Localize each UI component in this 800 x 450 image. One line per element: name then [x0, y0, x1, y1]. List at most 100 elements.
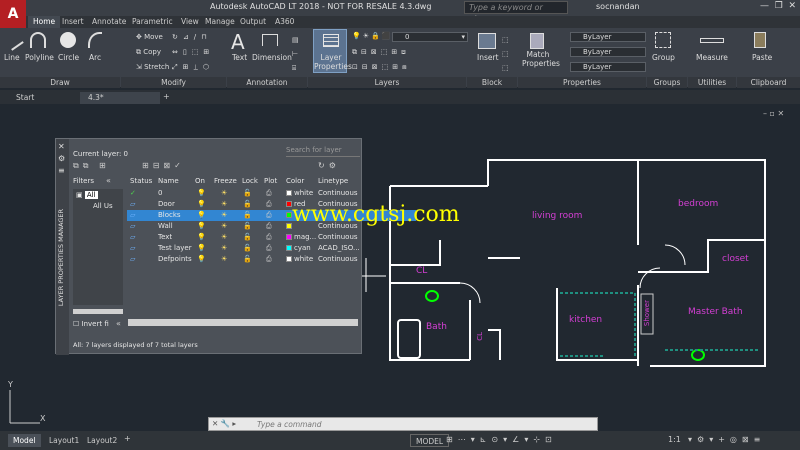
wall-cl2 — [488, 329, 501, 360]
drafting-tools[interactable]: ⊞⋯▾⊾⊙▾∠▾⊹⊡ — [446, 435, 557, 444]
col-lock[interactable]: Lock — [242, 177, 258, 185]
workspace-tools[interactable]: ▾⚙▾+◎⊠≡ — [688, 435, 765, 444]
layer-color[interactable]: mag... — [286, 233, 316, 241]
lightbulb-icon[interactable]: 💡 — [197, 211, 206, 219]
ucs-y-label: Y — [8, 380, 13, 389]
col-freeze[interactable]: Freeze — [214, 177, 237, 185]
sun-icon[interactable]: ☀ — [221, 211, 227, 219]
layer-tool-icons[interactable]: ⊞⊟⊠✓ — [142, 161, 185, 170]
layer-list-scrollbar[interactable] — [128, 319, 358, 326]
lightbulb-icon[interactable]: 💡 — [197, 222, 206, 230]
lightbulb-icon[interactable]: 💡 — [197, 189, 206, 197]
lightbulb-icon[interactable]: 💡 — [197, 244, 206, 252]
printer-icon[interactable]: ⎙ — [266, 233, 272, 242]
layer-count-status: All: 7 layers displayed of 7 total layer… — [73, 341, 198, 349]
layer-name: Test layer — [158, 244, 192, 252]
lightbulb-icon[interactable]: 💡 — [197, 233, 206, 241]
layer-icon: ▱ — [130, 222, 136, 230]
layer-row[interactable]: ✓ 0 💡 ☀ 🔓 ⎙ white Continuous — [127, 188, 416, 199]
col-plot[interactable]: Plot — [264, 177, 277, 185]
sun-icon[interactable]: ☀ — [221, 200, 227, 208]
printer-icon[interactable]: ⎙ — [266, 222, 272, 231]
color-swatch — [286, 234, 292, 240]
layer-color[interactable]: white — [286, 189, 313, 197]
layer-linetype[interactable]: Continuous — [318, 233, 358, 241]
filter-scrollbar[interactable] — [73, 309, 123, 314]
sun-icon[interactable]: ☀ — [221, 189, 227, 197]
tab-model[interactable]: Model — [8, 434, 41, 447]
col-name[interactable]: Name — [158, 177, 179, 185]
printer-icon[interactable]: ⎙ — [266, 200, 272, 209]
annotation-scale[interactable]: 1:1 — [668, 435, 681, 444]
filter-all[interactable]: ▣ All — [76, 191, 98, 199]
lock-icon[interactable]: 🔓 — [243, 244, 252, 252]
model-space-toggle[interactable]: MODEL — [410, 434, 450, 447]
col-color[interactable]: Color — [286, 177, 304, 185]
tab-layout2[interactable]: Layout2 — [82, 434, 122, 447]
filter-tree[interactable]: ▣ All All Us — [73, 189, 123, 305]
layer-icon: ▱ — [130, 200, 136, 208]
command-line[interactable]: ✕ 🔧 ▸ Type a command — [208, 417, 598, 431]
room-label-cl-2: CL — [476, 332, 484, 341]
layer-row[interactable]: ▱ Test layer 💡 ☀ 🔓 ⎙ cyan ACAD_ISO... — [127, 243, 416, 254]
filter-tool-icons[interactable]: ⧉⧉ ⊞ — [73, 161, 110, 171]
lightbulb-icon[interactable]: 💡 — [197, 200, 206, 208]
room-label-bedroom: bedroom — [678, 199, 719, 209]
layer-linetype[interactable]: Continuous — [318, 255, 358, 263]
invert-filter-checkbox[interactable]: ☐ Invert fi — [73, 320, 109, 328]
col-status[interactable]: Status — [130, 177, 152, 185]
lock-icon[interactable]: 🔓 — [243, 233, 252, 241]
add-layout-button[interactable]: + — [124, 434, 131, 443]
sun-icon[interactable]: ☀ — [221, 255, 227, 263]
color-name: mag... — [294, 233, 317, 241]
layer-properties-manager[interactable]: ✕ ⚙ ≡ LAYER PROPERTIES MANAGER Current lay… — [55, 138, 416, 355]
filter-all-used[interactable]: All Us — [93, 202, 113, 210]
lock-icon[interactable]: 🔓 — [243, 189, 252, 197]
palette-sidebar[interactable]: ✕ ⚙ ≡ LAYER PROPERTIES MANAGER — [56, 139, 69, 355]
color-swatch — [286, 245, 292, 251]
invert-filter-label: Invert fi — [81, 320, 109, 328]
lock-icon[interactable]: 🔓 — [243, 255, 252, 263]
refresh-settings-icons[interactable]: ↻⚙ — [318, 161, 340, 170]
layer-name: Wall — [158, 222, 173, 230]
lock-icon[interactable]: 🔓 — [243, 222, 252, 230]
printer-icon[interactable]: ⎙ — [266, 244, 272, 253]
layer-icon: ▱ — [130, 244, 136, 252]
room-label-cl: CL — [416, 266, 428, 276]
sun-icon[interactable]: ☀ — [221, 244, 227, 252]
palette-sidebar-icons[interactable]: ✕ ⚙ ≡ — [58, 141, 65, 177]
sun-icon[interactable]: ☀ — [221, 233, 227, 241]
lock-icon[interactable]: 🔓 — [243, 211, 252, 219]
toilet-bath — [425, 290, 439, 302]
layer-row[interactable]: ▱ Text 💡 ☀ 🔓 ⎙ mag... Continuous — [127, 232, 416, 243]
room-label-bath: Bath — [426, 322, 447, 332]
tab-layout1[interactable]: Layout1 — [44, 434, 84, 447]
layer-name: Blocks — [158, 211, 181, 219]
ucs-x-label: X — [40, 414, 46, 423]
layer-linetype[interactable]: Continuous — [318, 189, 358, 197]
collapse-filters-icon[interactable]: « — [106, 176, 111, 185]
layer-search-input[interactable]: Search for layer — [286, 146, 360, 157]
layer-color[interactable]: white — [286, 255, 313, 263]
lightbulb-icon[interactable]: 💡 — [197, 255, 206, 263]
command-icons[interactable]: ✕ 🔧 ▸ — [212, 419, 236, 428]
room-label-kitchen: kitchen — [569, 315, 603, 325]
layer-linetype[interactable]: ACAD_ISO... — [318, 244, 360, 252]
layer-color[interactable]: cyan — [286, 244, 311, 252]
current-layer-check-icon: ✓ — [130, 189, 136, 197]
layer-name: Text — [158, 233, 173, 241]
layer-row[interactable]: ▱ Defpoints 💡 ☀ 🔓 ⎙ white Continuous — [127, 254, 416, 265]
sun-icon[interactable]: ☀ — [221, 222, 227, 230]
filter-all-label: All — [84, 191, 98, 199]
command-input[interactable]: Type a command — [257, 420, 322, 429]
printer-icon[interactable]: ⎙ — [266, 211, 272, 220]
color-name: white — [294, 189, 314, 197]
color-swatch — [286, 256, 292, 262]
printer-icon[interactable]: ⎙ — [266, 189, 272, 198]
layer-icon: ▱ — [130, 211, 136, 219]
col-on[interactable]: On — [195, 177, 205, 185]
collapse-icon[interactable]: « — [116, 319, 121, 328]
lock-icon[interactable]: 🔓 — [243, 200, 252, 208]
printer-icon[interactable]: ⎙ — [266, 255, 272, 264]
col-linetype[interactable]: Linetype — [318, 177, 348, 185]
